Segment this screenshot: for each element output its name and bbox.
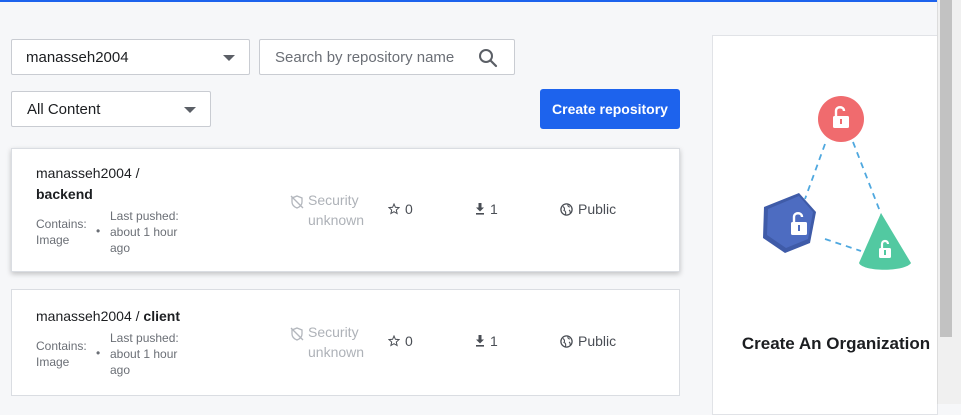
security-text: Security unknown [308, 192, 365, 228]
content-filter-value: All Content [27, 100, 101, 118]
last-pushed-info: Last pushed: about 1 hour ago [110, 208, 190, 256]
repository-owner: manasseh2004 / [36, 308, 140, 324]
contains-label: Contains: [36, 339, 87, 353]
scrollbar-thumb[interactable] [940, 0, 952, 337]
stars-count: 0 [388, 333, 413, 349]
repository-title[interactable]: manasseh2004 / client [36, 306, 236, 327]
contains-value: Image [36, 355, 70, 369]
visibility-status: Public [560, 333, 616, 349]
shield-off-icon [290, 195, 304, 209]
pulls-value: 1 [490, 201, 498, 217]
visibility-value: Public [578, 201, 617, 217]
stars-count: 0 [388, 201, 413, 217]
namespace-value: manasseh2004 [26, 48, 129, 66]
visibility-value: Public [578, 333, 617, 349]
repository-card[interactable]: manasseh2004 / client Contains: Image • … [11, 289, 680, 396]
security-status: Security unknown [290, 190, 372, 230]
last-pushed-info: Last pushed: about 1 hour ago [110, 330, 190, 378]
security-text: Security unknown [308, 324, 365, 360]
meta-separator: • [96, 224, 101, 238]
repository-name: backend [36, 186, 93, 202]
organization-illustration [763, 96, 911, 270]
security-status: Security unknown [290, 322, 372, 362]
search-box[interactable] [259, 39, 515, 75]
contains-label: Contains: [36, 217, 87, 231]
last-pushed-label: Last pushed: [110, 209, 179, 223]
star-icon [388, 203, 400, 215]
pulls-count: 1 [475, 201, 498, 217]
search-input[interactable] [275, 48, 465, 66]
visibility-status: Public [560, 201, 616, 217]
contains-value: Image [36, 233, 70, 247]
namespace-select[interactable]: manasseh2004 [11, 39, 250, 75]
create-organization-title[interactable]: Create An Organization [713, 332, 959, 356]
repository-name: client [143, 308, 180, 324]
chevron-down-icon [184, 107, 196, 113]
create-repository-button[interactable]: Create repository [540, 89, 680, 129]
last-pushed-value: about 1 hour ago [110, 225, 178, 255]
last-pushed-value: about 1 hour ago [110, 347, 178, 377]
download-icon [476, 335, 484, 347]
repository-owner: manasseh2004 / [36, 165, 140, 181]
contains-info: Contains: Image [36, 216, 92, 248]
globe-icon [560, 334, 573, 348]
stars-value: 0 [405, 333, 413, 349]
last-pushed-label: Last pushed: [110, 331, 179, 345]
stars-value: 0 [405, 201, 413, 217]
shield-off-icon [290, 327, 304, 341]
pulls-count: 1 [475, 333, 498, 349]
top-accent-line [0, 0, 937, 2]
star-icon [388, 335, 400, 347]
contains-info: Contains: Image [36, 338, 92, 370]
search-icon[interactable] [478, 48, 498, 68]
repository-title[interactable]: manasseh2004 / backend [36, 163, 176, 205]
content-filter-select[interactable]: All Content [11, 91, 211, 127]
download-icon [476, 203, 484, 215]
create-organization-panel: Create An Organization [712, 35, 938, 415]
repository-card[interactable]: manasseh2004 / backend Contains: Image •… [11, 148, 680, 272]
globe-icon [560, 202, 573, 216]
pulls-value: 1 [490, 333, 498, 349]
meta-separator: • [96, 346, 101, 360]
chevron-down-icon [223, 55, 235, 61]
